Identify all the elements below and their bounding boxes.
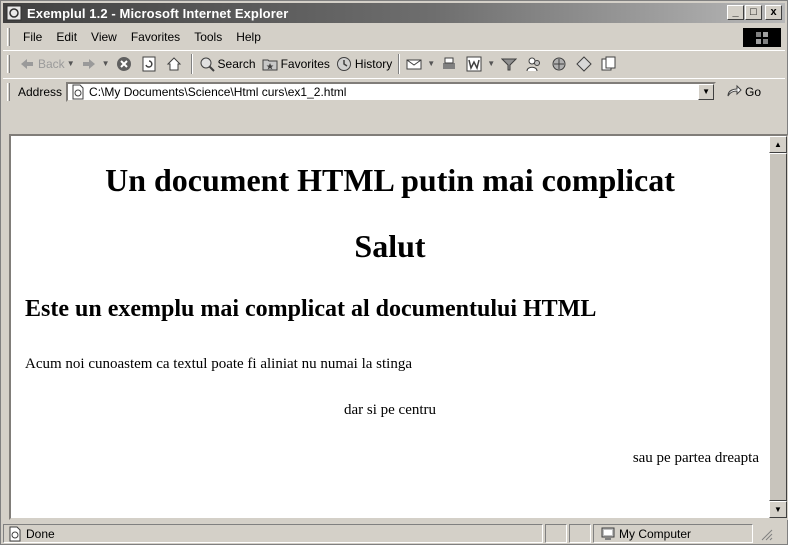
minimize-icon: _ — [732, 6, 739, 18]
stop-button[interactable] — [113, 53, 138, 75]
scroll-down-button[interactable]: ▼ — [769, 501, 787, 518]
paragraph-right: sau pe partea dreapta — [632, 450, 759, 466]
page-icon — [72, 84, 84, 99]
history-button[interactable]: History — [333, 53, 395, 75]
refresh-icon — [142, 56, 156, 71]
page-done-icon — [9, 526, 21, 541]
status-cell-empty — [569, 524, 591, 543]
home-icon — [166, 56, 181, 70]
window-title: Exemplul 1.2 - Microsoft Internet Explor… — [27, 5, 289, 21]
mail-button[interactable]: ▼ — [403, 53, 438, 75]
menu-file[interactable]: File — [16, 30, 49, 44]
status-cell-empty — [545, 524, 567, 543]
go-button[interactable]: Go — [726, 84, 761, 100]
windows-logo-icon — [743, 28, 781, 47]
print-button[interactable] — [438, 53, 463, 75]
resize-grip-icon[interactable] — [759, 527, 773, 541]
title-bar[interactable]: Exemplul 1.2 - Microsoft Internet Explor… — [3, 3, 785, 23]
page-viewport[interactable]: Un document HTML putin mai complicat Sal… — [9, 134, 788, 520]
menu-bar: File Edit View Favorites Tools Help — [3, 26, 785, 48]
maximize-icon: □ — [750, 6, 757, 18]
minimize-button[interactable]: _ — [727, 5, 744, 20]
address-dropdown-icon[interactable]: ▼ — [698, 83, 715, 100]
messenger-button[interactable] — [523, 53, 548, 75]
messenger-icon — [526, 57, 541, 71]
mail-dropdown-icon[interactable]: ▼ — [427, 59, 435, 68]
copy-icon — [601, 56, 616, 70]
paragraph-center: dar si pe centru — [343, 402, 437, 418]
search-label: Search — [217, 56, 256, 71]
history-icon — [336, 56, 351, 71]
word-edit-icon — [466, 56, 482, 71]
edit-dropdown-icon[interactable]: ▼ — [487, 59, 495, 68]
menu-view[interactable]: View — [84, 30, 124, 44]
research-icon — [552, 57, 566, 70]
forward-button[interactable]: ▼ — [78, 53, 113, 75]
my-computer-icon — [601, 527, 615, 540]
address-label: Address — [18, 84, 63, 99]
close-button[interactable]: x — [765, 5, 782, 20]
discuss-button[interactable] — [498, 53, 523, 75]
ie-page-icon — [6, 5, 22, 21]
research-button[interactable] — [548, 53, 573, 75]
maximize-button[interactable]: □ — [745, 5, 762, 20]
related-button[interactable] — [573, 53, 598, 75]
status-text: Done — [26, 526, 55, 541]
zone-label: My Computer — [619, 526, 692, 541]
window-controls: _ □ x — [726, 5, 782, 20]
address-value: C:\My Documents\Science\Html curs\ex1_2.… — [89, 84, 347, 99]
mail-icon — [406, 59, 422, 69]
paragraph-left: Acum noi cunoastem ca textul poate fi al… — [25, 356, 412, 372]
favorites-button[interactable]: Favorites — [259, 53, 333, 75]
print-icon — [443, 57, 456, 69]
page-heading-2: Salut — [354, 228, 426, 264]
chevron-up-icon: ▲ — [774, 140, 782, 149]
menu-tools[interactable]: Tools — [187, 30, 229, 44]
home-button[interactable] — [163, 53, 188, 75]
search-icon — [200, 57, 215, 72]
close-icon: x — [770, 6, 777, 18]
back-label: Back — [38, 56, 65, 71]
search-button[interactable]: Search — [196, 53, 259, 75]
favorites-label: Favorites — [280, 56, 330, 71]
address-grip[interactable] — [7, 82, 10, 101]
menu-help[interactable]: Help — [229, 30, 268, 44]
toolbar-separator — [398, 53, 401, 74]
go-arrow-icon — [727, 84, 742, 96]
menu-edit[interactable]: Edit — [49, 30, 84, 44]
page-heading-3: Este un exemplu mai complicat al documen… — [25, 296, 597, 322]
page-heading-1: Un document HTML putin mai complicat — [105, 162, 675, 198]
browser-window: Exemplul 1.2 - Microsoft Internet Explor… — [0, 0, 788, 545]
toolbar-separator — [190, 53, 193, 74]
vertical-scrollbar[interactable]: ▲ ▼ — [769, 136, 787, 518]
menu-favorites[interactable]: Favorites — [124, 30, 187, 44]
stop-icon — [116, 56, 131, 71]
toolbar-grip[interactable] — [7, 54, 10, 73]
back-dropdown-icon[interactable]: ▼ — [67, 59, 75, 68]
standard-toolbar: Back ▼ ▼ Search Favorites History ▼ ▼ — [3, 50, 785, 76]
diamond-icon — [576, 55, 592, 72]
back-arrow-icon — [21, 58, 33, 69]
status-main: Done — [3, 524, 543, 543]
forward-arrow-icon — [82, 58, 95, 69]
scroll-up-button[interactable]: ▲ — [769, 136, 787, 153]
go-label: Go — [745, 84, 762, 99]
edit-button[interactable]: ▼ — [463, 53, 498, 75]
copy-button[interactable] — [598, 53, 623, 75]
address-input[interactable]: C:\My Documents\Science\Html curs\ex1_2.… — [66, 81, 717, 102]
filter-icon — [501, 58, 518, 70]
forward-dropdown-icon[interactable]: ▼ — [102, 59, 110, 68]
security-zone[interactable]: My Computer — [593, 524, 753, 543]
address-bar: Address C:\My Documents\Science\Html cur… — [3, 78, 785, 104]
back-button[interactable]: Back ▼ — [16, 53, 78, 75]
document-body: Un document HTML putin mai complicat Sal… — [11, 136, 769, 518]
status-bar: Done My Computer — [3, 523, 785, 544]
chevron-down-icon: ▼ — [774, 505, 782, 514]
favorites-folder-icon — [262, 59, 278, 70]
menu-grip[interactable] — [7, 28, 10, 46]
scroll-thumb[interactable] — [769, 153, 787, 501]
refresh-button[interactable] — [138, 53, 163, 75]
history-label: History — [354, 56, 393, 71]
